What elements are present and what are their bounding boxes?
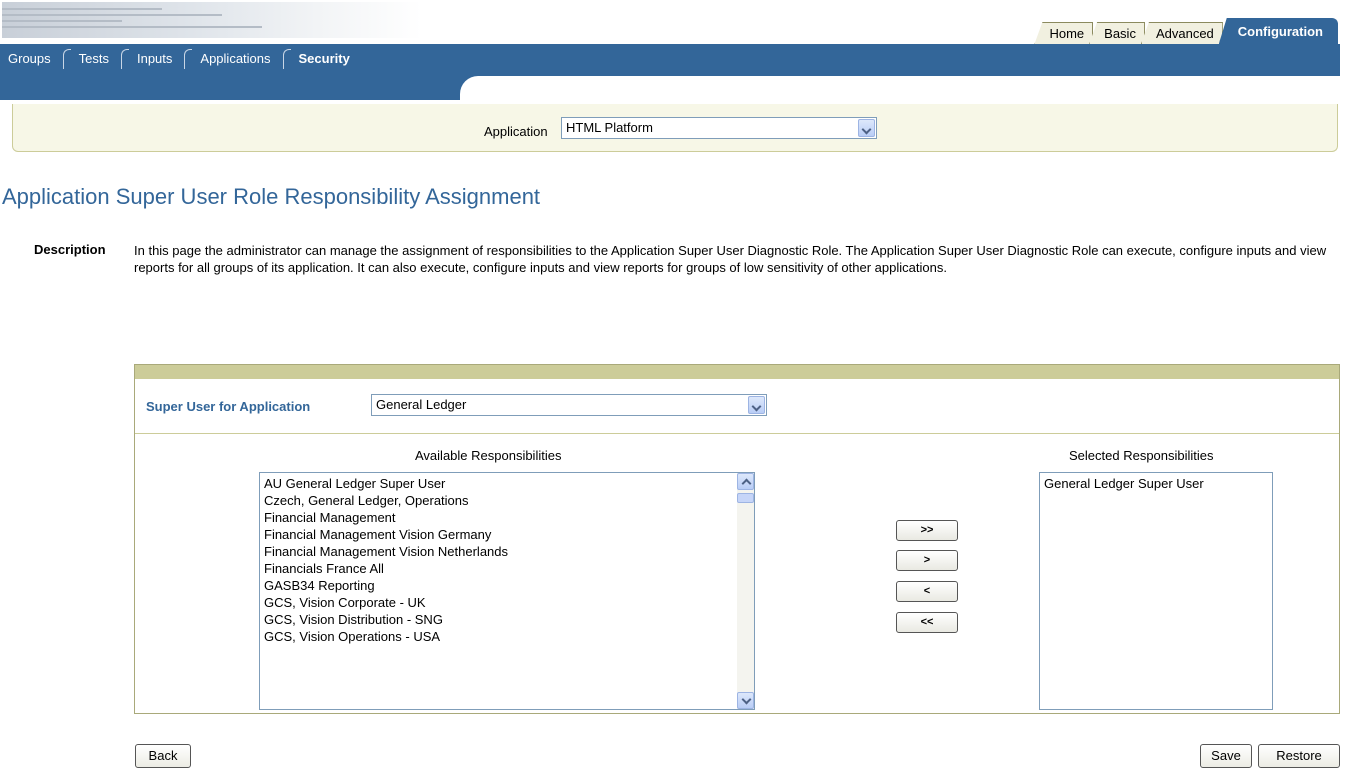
subtab-security[interactable]: Security [291,49,360,69]
list-item[interactable]: Financial Management [260,509,754,526]
list-item[interactable]: GCS, Vision Distribution - SNG [260,611,754,628]
description-label: Description [34,242,106,257]
list-item[interactable]: AU General Ledger Super User [260,475,754,492]
list-scrollbar[interactable] [737,473,754,709]
subtab-separator [120,49,129,69]
remove-button[interactable]: < [896,581,958,602]
super-user-label: Super User for Application [146,399,311,414]
header: Home Basic Advanced Configuration [0,0,1352,44]
super-user-select-value: General Ledger [376,397,467,412]
sub-navigation-curve [460,76,1340,100]
page-title: Application Super User Role Responsibili… [2,184,541,209]
available-title: Available Responsibilities [415,448,562,463]
chevron-down-icon[interactable] [858,119,875,137]
application-select-value: HTML Platform [566,120,653,135]
list-item[interactable]: Financials France All [260,560,754,577]
brand-banner [2,2,422,38]
subtab-separator [282,49,291,69]
list-item[interactable]: GCS, Vision Operations - USA [260,628,754,645]
tab-advanced[interactable]: Advanced [1140,22,1223,44]
remove-all-button[interactable]: << [896,612,958,633]
list-item[interactable]: Financial Management Vision Germany [260,526,754,543]
tab-basic[interactable]: Basic [1089,22,1145,44]
super-user-select[interactable]: General Ledger [371,394,767,416]
panel-divider [135,433,1339,434]
list-item[interactable]: GASB34 Reporting [260,577,754,594]
chevron-down-icon[interactable] [748,396,765,414]
scroll-up-icon[interactable] [737,473,754,490]
application-select[interactable]: HTML Platform [561,117,877,139]
description-text: In this page the administrator can manag… [134,243,1327,275]
available-responsibilities-list[interactable]: AU General Ledger Super User Czech, Gene… [259,472,755,710]
subtab-separator [184,49,193,69]
subtab-tests[interactable]: Tests [71,49,119,69]
subtab-inputs[interactable]: Inputs [129,49,182,69]
move-button[interactable]: > [896,550,958,571]
sub-tabs: Groups Tests Inputs Applications Securit… [0,44,360,74]
scroll-thumb[interactable] [737,493,754,503]
global-tabs: Home Basic Advanced Configuration [1034,18,1338,44]
panel-header-bar [135,365,1339,379]
tab-configuration[interactable]: Configuration [1218,18,1338,44]
list-item[interactable]: Czech, General Ledger, Operations [260,492,754,509]
application-label: Application [484,124,548,139]
tab-home[interactable]: Home [1034,22,1094,44]
list-item[interactable]: General Ledger Super User [1040,475,1272,492]
selected-title: Selected Responsibilities [1069,448,1214,463]
subtab-groups[interactable]: Groups [0,49,61,69]
save-button[interactable]: Save [1200,744,1252,768]
subtab-separator [62,49,71,69]
list-item[interactable]: Financial Management Vision Netherlands [260,543,754,560]
scroll-down-icon[interactable] [737,692,754,709]
restore-button[interactable]: Restore [1258,744,1340,768]
selected-responsibilities-list[interactable]: General Ledger Super User [1039,472,1273,710]
subtab-applications[interactable]: Applications [192,49,280,69]
back-button[interactable]: Back [135,744,191,768]
move-all-button[interactable]: >> [896,520,958,541]
list-item[interactable]: GCS, Vision Corporate - UK [260,594,754,611]
